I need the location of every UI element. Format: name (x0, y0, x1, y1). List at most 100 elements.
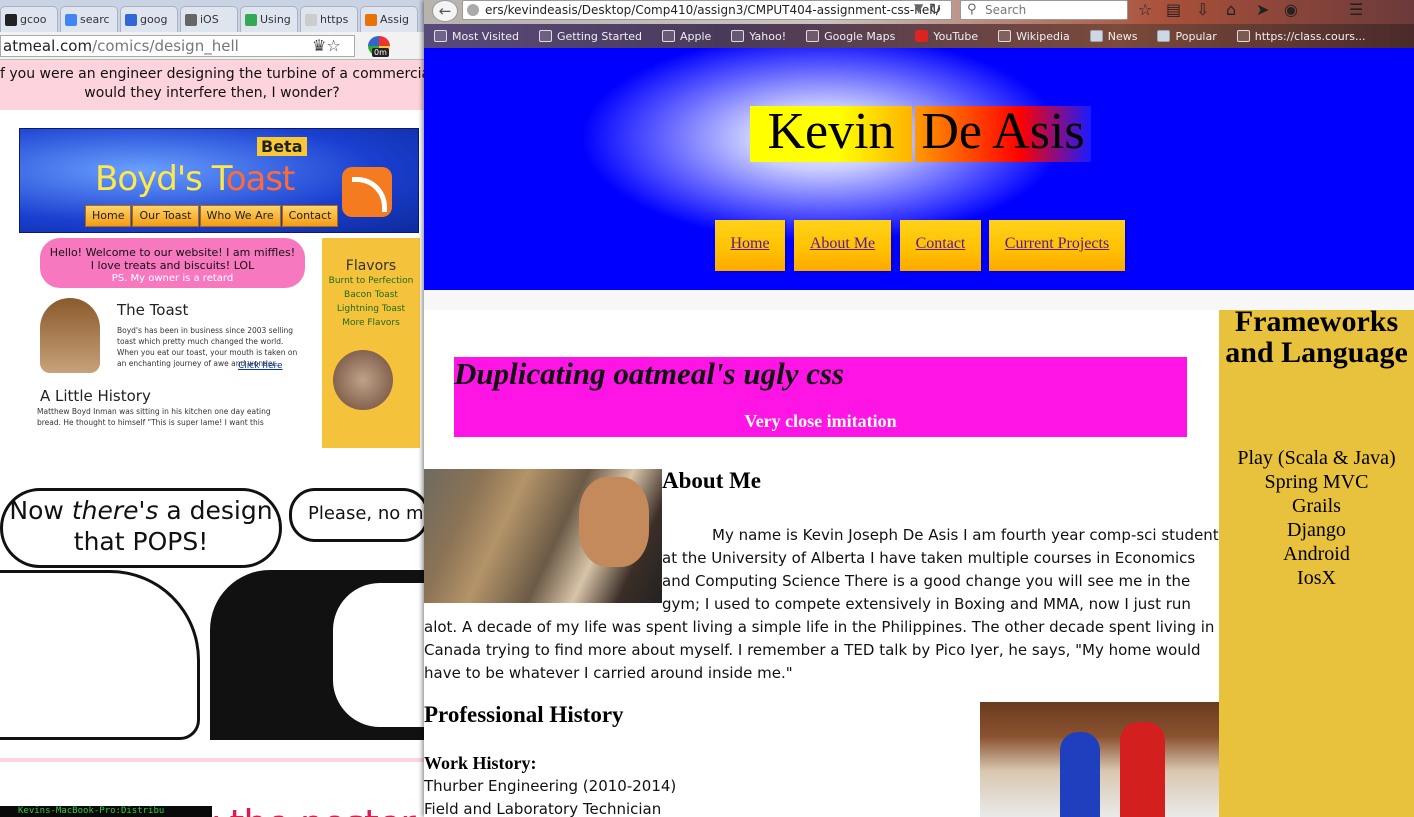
bookmarks-toolbar: Most Visited Getting Started Apple Yahoo… (424, 24, 1414, 48)
globe-icon (467, 4, 479, 16)
frameworks-heading: Frameworks and Language (1225, 305, 1408, 369)
framework-item: Spring MVC (1264, 471, 1369, 493)
history-text: Matthew Boyd Inman was sitting in his ki… (37, 407, 271, 427)
boxer-red (1120, 722, 1165, 817)
oatmeal-page: f you were an engineer designing the tur… (0, 60, 424, 817)
reading-list-icon[interactable]: ▤ (1166, 0, 1181, 19)
youtube-icon (915, 30, 929, 42)
flavor-item: More Flavors (342, 318, 400, 328)
page-icon (806, 30, 820, 42)
bookmark-class-coursera[interactable]: https://class.cours... (1236, 30, 1365, 43)
photo-float-spacer (424, 524, 662, 608)
boyd-nav: Home Our Toast Who We Are Contact (85, 205, 339, 227)
reload-icon[interactable]: ↻ (929, 0, 942, 18)
chrome-address-bar: atmeal.com/comics/design_hell ♛☆ 0m (0, 32, 424, 60)
beta-badge: Beta (257, 137, 307, 156)
flavor-item: Bacon Toast (344, 290, 398, 300)
divider (0, 758, 424, 762)
dog-image (40, 298, 100, 373)
github-icon (5, 13, 17, 26)
bookmark-apple[interactable]: Apple (662, 30, 711, 43)
miffles-speech-bubble: Hello! Welcome to our website! I am miff… (40, 238, 305, 288)
chrome-tab-3[interactable]: goog (120, 6, 178, 32)
flavor-item: Burnt to Perfection (328, 276, 414, 286)
bookmark-popular[interactable]: Popular (1157, 30, 1217, 43)
menu-icon[interactable]: ☰ (1349, 0, 1363, 19)
bookmark-google-maps[interactable]: Google Maps (806, 30, 895, 43)
work-history-item: Field and Laboratory Technician (424, 800, 662, 817)
toast-click-here-link: Click here (238, 361, 283, 371)
work-history-item: Thurber Engineering (2010-2014) (424, 777, 677, 795)
pocket-icon[interactable]: ◉ (1284, 0, 1298, 19)
chrome-url-field[interactable]: atmeal.com/comics/design_hell (0, 35, 355, 57)
share-icon[interactable]: ➤ (1256, 0, 1269, 19)
kitten-image (333, 350, 393, 410)
firefox-window: ← ers/kevindeasis/Desktop/Comp410/assign… (424, 0, 1414, 817)
assignment-icon (365, 13, 377, 26)
boyd-toast-logo: Boyd's Toast (95, 159, 295, 199)
comic-panel: Boyd's Toast Beta Home Our Toast Who We … (0, 110, 424, 817)
bookmark-yahoo[interactable]: Yahoo! (731, 30, 786, 43)
downloads-icon[interactable]: ⇩ (1196, 0, 1209, 19)
chrome-tab-7[interactable]: Assig (360, 6, 418, 32)
frameworks-sidebar: Frameworks and Language Play (Scala & Ja… (1219, 306, 1414, 817)
boyd-nav-home: Home (85, 205, 132, 227)
chrome-tab-2[interactable]: searc (60, 6, 118, 32)
home-icon[interactable]: ⌂ (1226, 0, 1236, 19)
bookmark-wikipedia[interactable]: Wikipedia (998, 30, 1070, 43)
toast-heading: The Toast (117, 301, 189, 319)
chrome-window: gcoo searc goog iOS Using https Assig at… (0, 0, 424, 817)
nav-about-me-link[interactable]: About Me (794, 220, 891, 271)
firefox-url-field[interactable]: ers/kevindeasis/Desktop/Comp410/assign3/… (462, 0, 952, 20)
about-me-heading: About Me (662, 468, 762, 493)
frameworks-list: Play (Scala & Java) Spring MVC Grails Dj… (1219, 446, 1414, 590)
firefox-navbar: ← ers/kevindeasis/Desktop/Comp410/assign… (424, 0, 1414, 24)
chrome-tab-5[interactable]: Using (240, 6, 298, 32)
chrome-tab-strip: gcoo searc goog iOS Using https Assig (0, 0, 424, 32)
terminal-window-edge: Kevins-MacBook-Pro:Distribu (0, 806, 212, 817)
google-search-icon (65, 13, 77, 26)
page-icon (538, 30, 552, 42)
framework-item: Android (1283, 543, 1350, 565)
comic-character-right-face (330, 580, 424, 730)
bookmark-news[interactable]: News (1089, 30, 1137, 43)
search-field[interactable]: ⚲ Search (960, 0, 1128, 20)
page-icon (998, 30, 1012, 42)
kevin-site-page: Kevin De Asis Home About Me Contact Curr… (424, 48, 1414, 817)
nav-current-projects-link[interactable]: Current Projects (989, 220, 1125, 271)
work-history-heading: Work History: (424, 753, 537, 773)
professional-history-heading: Professional History (424, 702, 624, 727)
boxer-blue (1060, 732, 1100, 817)
chrome-tab-6[interactable]: https (300, 6, 358, 32)
url-dropdown-icon[interactable]: ▼ (914, 1, 923, 15)
bookmark-most-visited[interactable]: Most Visited (434, 30, 519, 43)
ios-icon (185, 13, 197, 26)
framework-item: Grails (1292, 495, 1341, 517)
site-first-name: Kevin (750, 106, 912, 162)
framework-item: IosX (1297, 567, 1336, 589)
extension-icon[interactable]: ♛☆ (312, 36, 341, 55)
pink-heading: Duplicating oatmeal's ugly css (454, 356, 845, 391)
back-button[interactable]: ← (432, 0, 458, 22)
google-icon (125, 13, 137, 26)
comic-character-left (0, 570, 200, 740)
nav-home-link[interactable]: Home (715, 220, 785, 271)
about-me-text: My name is Kevin Joseph De Asis I am fou… (424, 524, 1219, 682)
boxing-photo (980, 702, 1219, 817)
framework-item: Django (1287, 519, 1346, 541)
bookmark-youtube[interactable]: YouTube (915, 30, 978, 43)
bookmark-star-icon[interactable]: ☆ (1138, 0, 1152, 19)
speech-bubble-please: Please, no mo (289, 488, 424, 542)
chrome-tab-4[interactable]: iOS (180, 6, 238, 32)
speech-bubble-pops: Now there's a design that POPS! (0, 488, 282, 568)
bookmark-getting-started[interactable]: Getting Started (538, 30, 642, 43)
extension-badge: 0m (372, 48, 389, 57)
site-header: Kevin De Asis Home About Me Contact Curr… (424, 48, 1414, 290)
history-heading: A Little History (40, 387, 151, 405)
nav-contact-link[interactable]: Contact (900, 220, 981, 271)
framework-item: Play (Scala & Java) (1237, 447, 1396, 469)
flavor-item: Lightning Toast (336, 304, 406, 314)
page-icon (1236, 30, 1250, 42)
chrome-tab-1[interactable]: gcoo (0, 6, 58, 32)
search-icon: ⚲ (967, 2, 977, 17)
